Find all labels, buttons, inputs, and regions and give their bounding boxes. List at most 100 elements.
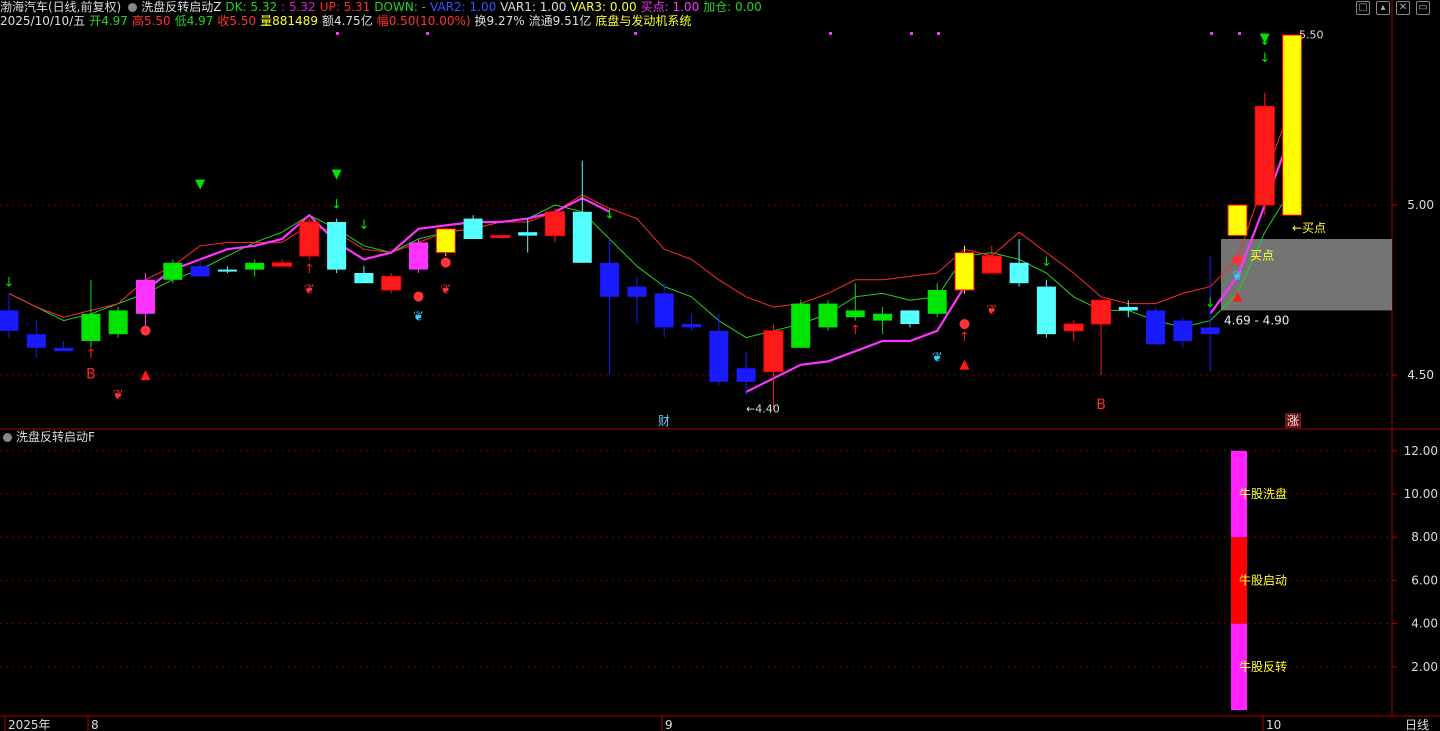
- candle-body[interactable]: [26, 334, 46, 348]
- candle-body[interactable]: [682, 324, 701, 328]
- sub-bar-label: 牛股启动: [1239, 572, 1287, 587]
- candle-body[interactable]: [1227, 204, 1248, 237]
- butterfly-icon: ❦: [413, 310, 424, 325]
- candle-body[interactable]: [354, 273, 374, 284]
- b-marker-label: B: [1096, 397, 1106, 413]
- event-label-caibao: 财: [658, 414, 670, 428]
- candle-body[interactable]: [763, 330, 784, 373]
- candle-body[interactable]: [272, 262, 292, 267]
- candle-body[interactable]: [1282, 34, 1303, 216]
- candle-body[interactable]: [709, 330, 729, 382]
- top-marker: [426, 32, 429, 35]
- sub-bar-label: 牛股洗盘: [1239, 486, 1287, 501]
- buy-point-label: 买点: [1250, 248, 1274, 262]
- signal-dot-icon: ●: [440, 255, 451, 270]
- up-arrow-icon: ↑: [850, 323, 861, 338]
- candle-body[interactable]: [1118, 307, 1138, 311]
- candle-body[interactable]: [954, 252, 975, 291]
- up-arrow-icon: ↑: [959, 330, 970, 345]
- candle-body[interactable]: [1063, 323, 1084, 332]
- candle-body[interactable]: [900, 310, 920, 324]
- down-arrow-icon: ↓: [358, 218, 369, 233]
- candle-body[interactable]: [381, 275, 402, 291]
- butterfly-icon: ❦: [932, 350, 943, 365]
- candle-body[interactable]: [463, 218, 483, 239]
- butterfly-icon: ❦: [440, 282, 451, 297]
- down-arrow-icon: ↓: [1041, 255, 1052, 270]
- butterfly-icon: ❦: [304, 282, 315, 297]
- candle-body[interactable]: [299, 221, 320, 257]
- candle-body[interactable]: [163, 262, 183, 280]
- buy-zone-label: 4.69 - 4.90: [1224, 313, 1289, 327]
- sub-tick-label: 12.00: [1404, 444, 1438, 458]
- candle-body[interactable]: [1200, 327, 1220, 335]
- candle-body[interactable]: [54, 347, 74, 352]
- butterfly-icon: ❦: [986, 303, 997, 318]
- time-axis-label: 9: [665, 718, 673, 731]
- sub-tick-label: 10.00: [1404, 487, 1438, 501]
- sub-tick-label: 8.00: [1411, 530, 1438, 544]
- b-marker-label: B: [86, 366, 96, 382]
- candle-body[interactable]: [873, 313, 893, 321]
- sub-tick-label: 4.00: [1411, 617, 1438, 631]
- candle-body[interactable]: [245, 262, 265, 270]
- down-arrow-icon: ↓: [4, 276, 15, 291]
- candle-body[interactable]: [0, 310, 19, 331]
- event-label-zhang: 涨: [1287, 413, 1299, 428]
- buy-point-label: ←买点: [1292, 221, 1326, 235]
- candle-body[interactable]: [627, 286, 647, 297]
- candle-body[interactable]: [108, 310, 128, 335]
- top-marker: [634, 32, 637, 35]
- up-triangle-icon: ▲: [1233, 289, 1243, 304]
- period-label: 日线: [1405, 718, 1429, 731]
- ema-line: [8, 102, 1293, 318]
- candle-body[interactable]: [490, 235, 511, 239]
- candle-body[interactable]: [1036, 286, 1056, 335]
- candle-body[interactable]: [1173, 320, 1193, 341]
- candlestick-chart[interactable]: 4.50 5.00 2.00 4.00 6.00 8.00 10.00 12.00 4.69 -…: [0, 0, 1440, 731]
- top-marker: [937, 32, 940, 35]
- top-marker: [1210, 32, 1213, 35]
- candle-body[interactable]: [927, 290, 947, 314]
- sub-tick-label: 2.00: [1411, 660, 1438, 674]
- up-arrow-icon: ↑: [304, 262, 315, 277]
- butterfly-icon: ❦: [113, 388, 124, 403]
- time-axis-label: 2025年: [8, 718, 51, 731]
- candle-body[interactable]: [654, 293, 674, 328]
- down-arrow-icon: ↓: [331, 197, 342, 212]
- signal-dot-icon: ●: [413, 289, 424, 304]
- candle-body[interactable]: [81, 313, 101, 341]
- top-marker: [910, 32, 913, 35]
- down-arrow-icon: ↓: [1259, 51, 1270, 66]
- candle-body[interactable]: [327, 222, 347, 270]
- candle-body[interactable]: [545, 211, 565, 237]
- candle-body[interactable]: [1009, 262, 1029, 284]
- sub-tick-label: 6.00: [1411, 573, 1438, 587]
- up-triangle-icon: ▲: [141, 367, 151, 382]
- candle-body[interactable]: [409, 242, 428, 270]
- signal-dot-icon: ●: [959, 316, 970, 331]
- up-triangle-icon: ▲: [960, 357, 970, 372]
- price-tick-label: 5.00: [1407, 198, 1434, 212]
- candle-body[interactable]: [791, 303, 811, 348]
- up-arrow-icon: ↑: [85, 347, 96, 362]
- down-triangle-icon: ▼: [332, 167, 342, 182]
- down-triangle-icon: ▼: [1260, 31, 1270, 46]
- candle-body[interactable]: [217, 269, 237, 272]
- candle-body[interactable]: [845, 310, 865, 318]
- candle-body[interactable]: [1146, 310, 1166, 345]
- candle-body[interactable]: [818, 303, 838, 328]
- price-tick-label: 4.50: [1407, 368, 1434, 382]
- candle-body[interactable]: [1091, 299, 1111, 325]
- candle-body[interactable]: [435, 228, 456, 254]
- candle-body[interactable]: [572, 211, 592, 263]
- candle-body[interactable]: [981, 255, 1002, 274]
- candle-body[interactable]: [736, 368, 756, 382]
- candle-body[interactable]: [1254, 105, 1275, 206]
- candle-body[interactable]: [600, 262, 620, 297]
- candle-body[interactable]: [190, 266, 210, 277]
- max-price-label: 5.50: [1299, 28, 1324, 41]
- top-marker: [829, 32, 832, 35]
- candle-body[interactable]: [518, 232, 538, 236]
- candle-body[interactable]: [136, 279, 155, 314]
